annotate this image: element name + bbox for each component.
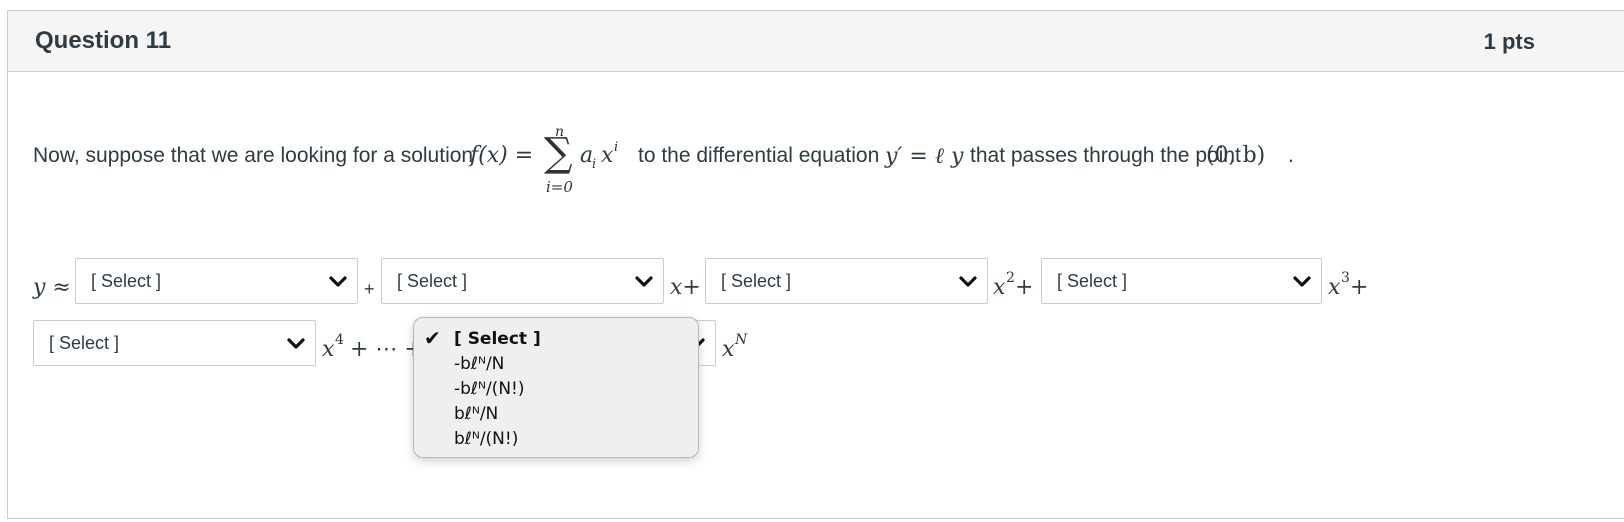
select-value: [ Select ]: [91, 271, 162, 291]
x-term: x+: [670, 275, 701, 300]
x2-exponent: 2: [1006, 270, 1015, 286]
x2-plus: +: [1015, 275, 1034, 300]
sum-term-sup: i: [614, 140, 619, 155]
sigma-symbol: ∑: [544, 130, 573, 176]
coefficient-select-0[interactable]: [ Select ]: [75, 258, 358, 304]
dropdown-option-bl-n-over-n-factorial[interactable]: bℓᴺ/(N!): [454, 429, 518, 449]
ellipsis-terms: + ⋯ +: [350, 337, 423, 362]
dropdown-option-bl-n-over-n[interactable]: bℓᴺ/N: [454, 404, 498, 424]
dropdown-option-neg-bl-n-over-n[interactable]: -bℓᴺ/N: [454, 354, 504, 374]
xN-base: x: [722, 337, 735, 362]
prompt-text-before: Now, suppose that we are looking for a s…: [33, 144, 474, 167]
prompt-period: .: [1288, 144, 1294, 167]
question-title: Question 11: [35, 27, 172, 54]
sum-term-sub: i: [592, 157, 597, 172]
y-approx-label: y ≈: [33, 275, 71, 300]
x3-exponent: 3: [1341, 270, 1350, 286]
xN-exponent: N: [735, 332, 748, 348]
checkmark-icon: ✔: [424, 328, 441, 350]
chevron-down-icon: [959, 276, 977, 287]
question-points: 1 pts: [1483, 29, 1535, 54]
select-value: [ Select ]: [721, 271, 792, 291]
chevron-down-icon: [329, 276, 347, 287]
select-value: [ Select ]: [1057, 271, 1128, 291]
x3-base: x: [1328, 275, 1341, 300]
coefficient-select-3[interactable]: [ Select ]: [1041, 258, 1322, 304]
plus-operator: +: [364, 279, 375, 299]
prompt-equation: y′ = ℓ y: [885, 144, 964, 169]
chevron-down-icon: [1293, 276, 1311, 287]
coefficient-select-4[interactable]: [ Select ]: [33, 320, 316, 366]
chevron-down-icon: [635, 276, 653, 287]
select-value: [ Select ]: [397, 271, 468, 291]
coefficient-select-1[interactable]: [ Select ]: [381, 258, 664, 304]
prompt-point: (0, b): [1206, 143, 1266, 168]
prompt-text-after: that passes through the point: [970, 144, 1241, 167]
dropdown-option-neg-bl-n-over-n-factorial[interactable]: -bℓᴺ/(N!): [454, 379, 524, 399]
x4-exponent: 4: [335, 332, 344, 348]
prompt-function: f(x) =: [470, 143, 534, 168]
dropdown-option-select[interactable]: [ Select ]: [454, 329, 541, 349]
select-value: [ Select ]: [49, 333, 120, 353]
chevron-down-icon: [287, 338, 305, 349]
coefficient-select-2[interactable]: [ Select ]: [705, 258, 988, 304]
select-dropdown-menu: ✔ [ Select ] -bℓᴺ/N -bℓᴺ/(N!) bℓᴺ/N bℓᴺ/…: [413, 317, 699, 458]
sum-term-x: x: [601, 143, 614, 168]
x2-base: x: [993, 275, 1006, 300]
question-header: Question 11 1 pts: [8, 11, 1624, 72]
sum-lower-limit: i=0: [546, 178, 573, 196]
x4-base: x: [322, 337, 335, 362]
prompt-text-middle: to the differential equation: [638, 144, 880, 167]
x3-plus: +: [1350, 275, 1369, 300]
